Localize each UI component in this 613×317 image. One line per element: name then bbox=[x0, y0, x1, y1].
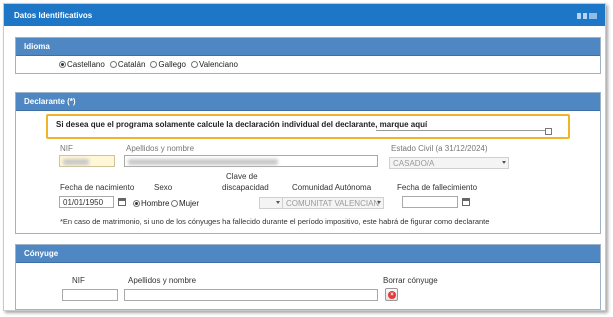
radio-castellano-dot[interactable] bbox=[59, 61, 66, 68]
radio-valenciano[interactable]: Valenciano bbox=[190, 60, 238, 69]
comunidad-select[interactable]: COMUNITAT VALENCIAN bbox=[282, 197, 384, 209]
radio-valenciano-dot[interactable] bbox=[190, 61, 198, 68]
nif-redacted bbox=[63, 158, 89, 165]
conyuge-apellidos-field[interactable] bbox=[124, 289, 378, 301]
calendar-icon[interactable] bbox=[462, 198, 470, 206]
estado-civil-select[interactable]: CASADO/A bbox=[389, 157, 509, 169]
fecha-nacimiento-value: 01/01/1950 bbox=[63, 198, 104, 207]
radio-castellano[interactable]: Castellano bbox=[59, 60, 105, 69]
main-header: Datos Identificativos bbox=[4, 4, 605, 26]
idioma-radio-group: Castellano Catalán Gallego Valenciano bbox=[59, 60, 238, 69]
radio-hombre-label: Hombre bbox=[141, 199, 170, 208]
estado-civil-value: CASADO/A bbox=[393, 159, 435, 168]
delete-conyuge-button[interactable]: × bbox=[385, 288, 398, 301]
chevron-down-icon bbox=[502, 161, 506, 164]
radio-valenciano-label: Valenciano bbox=[198, 60, 238, 69]
nif-field[interactable] bbox=[59, 155, 115, 167]
radio-mujer-dot[interactable] bbox=[171, 200, 178, 207]
delete-icon: × bbox=[388, 291, 396, 299]
individual-declaration-box: Si desea que el programa solamente calcu… bbox=[46, 114, 570, 139]
form-window: Datos Identificativos Idioma Castellano … bbox=[3, 3, 606, 311]
apellidos-redacted bbox=[128, 158, 278, 165]
individual-declaration-prompt: Si desea que el programa solamente calcu… bbox=[56, 120, 428, 129]
section-declarante: Declarante (*) Si desea que el programa … bbox=[15, 92, 601, 234]
section-idioma: Idioma Castellano Catalán Gallego Valenc… bbox=[15, 37, 601, 74]
conyuge-nif-label: NIF bbox=[72, 276, 85, 285]
calendar-icon[interactable] bbox=[118, 198, 126, 206]
conyuge-nif-field[interactable] bbox=[62, 289, 118, 301]
radio-gallego-dot[interactable] bbox=[150, 61, 158, 68]
fecha-fallecimiento-label: Fecha de fallecimiento bbox=[397, 183, 478, 192]
fecha-fallecimiento-field[interactable] bbox=[402, 196, 458, 208]
clave-discapacidad-select[interactable] bbox=[259, 197, 283, 209]
apellidos-field[interactable] bbox=[124, 155, 378, 167]
radio-mujer[interactable]: Mujer bbox=[171, 199, 199, 208]
chevron-down-icon bbox=[377, 201, 381, 204]
nif-label: NIF bbox=[60, 144, 73, 153]
section-declarante-header: Declarante (*) bbox=[16, 93, 600, 111]
conyuge-apellidos-label: Apellidos y nombre bbox=[128, 276, 197, 285]
radio-catalan-dot[interactable] bbox=[109, 61, 117, 68]
sexo-label: Sexo bbox=[154, 183, 173, 192]
estado-civil-label: Estado Civil (a 31/12/2024) bbox=[391, 144, 488, 153]
window-controls-icon[interactable] bbox=[577, 13, 597, 19]
clave-label-line1: Clave de bbox=[226, 172, 258, 181]
radio-castellano-label: Castellano bbox=[67, 60, 105, 69]
chevron-down-icon bbox=[276, 201, 280, 204]
radio-catalan-label: Catalán bbox=[117, 60, 146, 69]
comunidad-label: Comunidad Autónoma bbox=[292, 183, 372, 192]
radio-hombre-dot[interactable] bbox=[133, 200, 140, 207]
section-idioma-header: Idioma bbox=[16, 38, 600, 56]
clave-label-line2: discapacidad bbox=[222, 183, 269, 192]
section-conyuge: Cónyuge NIF Apellidos y nombre Borrar có… bbox=[15, 244, 601, 310]
radio-gallego[interactable]: Gallego bbox=[150, 60, 186, 69]
individual-declaration-checkbox[interactable] bbox=[545, 128, 552, 135]
prompt-underline bbox=[376, 130, 546, 131]
apellidos-label: Apellidos y nombre bbox=[126, 144, 195, 153]
borrar-conyuge-label: Borrar cónyuge bbox=[383, 276, 438, 285]
fecha-nacimiento-field[interactable]: 01/01/1950 bbox=[59, 196, 114, 208]
radio-hombre[interactable]: Hombre bbox=[133, 199, 169, 208]
radio-gallego-label: Gallego bbox=[158, 60, 186, 69]
radio-mujer-label: Mujer bbox=[179, 199, 200, 208]
main-title: Datos Identificativos bbox=[14, 11, 93, 20]
matrimonio-note: *En caso de matrimonio, si uno de los có… bbox=[60, 217, 490, 226]
fecha-nacimiento-label: Fecha de nacimiento bbox=[60, 183, 135, 192]
comunidad-value: COMUNITAT VALENCIAN bbox=[286, 199, 380, 208]
section-conyuge-header: Cónyuge bbox=[16, 245, 600, 263]
radio-catalan[interactable]: Catalán bbox=[109, 60, 146, 69]
